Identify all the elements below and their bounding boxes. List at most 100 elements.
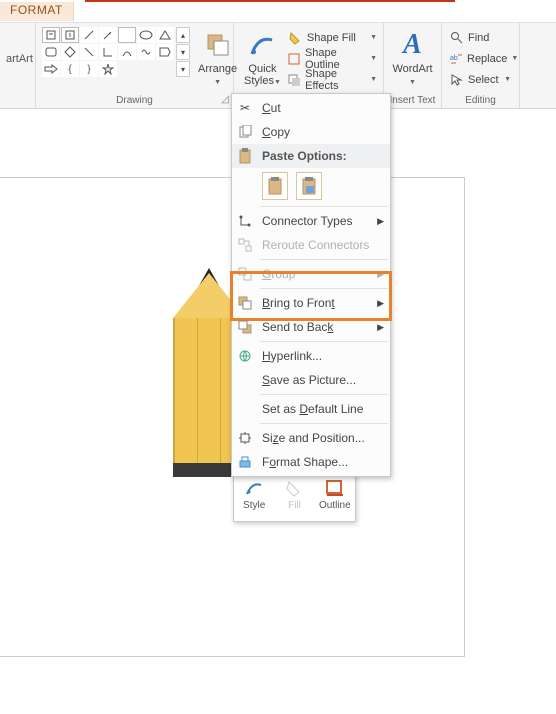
context-menu: ✂ Cut Copy Paste Options: Connector Type… bbox=[231, 93, 391, 477]
shape-fill-button[interactable]: Shape Fill ▼ bbox=[287, 27, 377, 48]
mini-fill-icon bbox=[283, 478, 305, 498]
find-button[interactable]: Find bbox=[448, 27, 513, 48]
chevron-down-icon: ▼ bbox=[504, 76, 511, 83]
shape-outline-button[interactable]: Shape Outline ▼ bbox=[287, 48, 377, 69]
shape-diamond-icon[interactable] bbox=[61, 44, 79, 60]
shape-line2-icon[interactable] bbox=[80, 44, 98, 60]
arrange-label: Arrange bbox=[198, 63, 237, 75]
ctx-connector-types[interactable]: Connector Types ▶ bbox=[232, 209, 390, 233]
mini-fill-label: Fill bbox=[288, 500, 301, 511]
ctx-hyperlink-label: Hyperlink... bbox=[262, 349, 322, 363]
find-icon bbox=[450, 31, 464, 45]
blank-icon bbox=[236, 400, 254, 418]
shape-effects-icon bbox=[287, 72, 301, 88]
tab-underline bbox=[85, 0, 455, 2]
shape-effects-label: Shape Effects bbox=[305, 68, 366, 92]
ctx-size-position[interactable]: Size and Position... bbox=[232, 426, 390, 450]
ctx-format-shape[interactable]: Format Shape... bbox=[232, 450, 390, 474]
wordart-label: WordArt bbox=[392, 63, 432, 75]
shape-oval-icon[interactable] bbox=[137, 27, 155, 43]
submenu-arrow-icon: ▶ bbox=[377, 269, 384, 280]
select-label: Select bbox=[468, 74, 499, 86]
smartart-label: artArt bbox=[6, 53, 29, 65]
connector-icon bbox=[236, 212, 254, 230]
gallery-more-icon[interactable]: ▾ bbox=[176, 61, 190, 77]
ctx-paste-options-label: Paste Options: bbox=[262, 149, 347, 163]
ctx-save-as-picture[interactable]: Save as Picture... bbox=[232, 368, 390, 392]
dialog-launcher-icon[interactable]: ◿ bbox=[219, 94, 231, 106]
shape-effects-button[interactable]: Shape Effects ▼ bbox=[287, 69, 377, 90]
shape-r3[interactable] bbox=[156, 44, 174, 60]
shape-outline-icon bbox=[287, 51, 301, 67]
wordart-button[interactable]: A WordArt ▼ bbox=[388, 27, 436, 91]
shape-curve-icon[interactable] bbox=[118, 44, 136, 60]
shape-rarrow-icon[interactable] bbox=[42, 61, 60, 77]
shape-line-icon[interactable] bbox=[80, 27, 98, 43]
ctx-paste-row bbox=[232, 168, 390, 204]
ctx-default-line[interactable]: Set as Default Line bbox=[232, 397, 390, 421]
shape-textbox-icon[interactable] bbox=[42, 27, 60, 43]
ctx-save-as-picture-label: Save as Picture... bbox=[262, 373, 356, 387]
tab-format[interactable]: FORMAT bbox=[0, 0, 74, 21]
shape-brace-l-icon[interactable]: { bbox=[61, 61, 79, 77]
gallery-up-icon[interactable]: ▴ bbox=[176, 27, 190, 43]
copy-icon bbox=[236, 123, 254, 141]
shape-elbow-icon[interactable] bbox=[99, 44, 117, 60]
ctx-paste-options: Paste Options: bbox=[232, 144, 390, 168]
shape-star-icon[interactable] bbox=[99, 61, 117, 77]
paste-keep-source-icon[interactable] bbox=[262, 172, 288, 200]
shape-fill-label: Shape Fill bbox=[307, 32, 356, 44]
size-position-icon bbox=[236, 429, 254, 447]
ctx-reroute: Reroute Connectors bbox=[232, 233, 390, 257]
paste-picture-icon[interactable] bbox=[296, 172, 322, 200]
quick-styles-label: Quick Styles▼ bbox=[244, 63, 281, 89]
send-back-icon bbox=[236, 318, 254, 336]
mini-outline-label: Outline bbox=[319, 500, 351, 511]
replace-icon: ab bbox=[450, 52, 463, 66]
shape-triangle-icon[interactable] bbox=[156, 27, 174, 43]
chevron-down-icon: ▼ bbox=[370, 34, 377, 41]
ctx-copy[interactable]: Copy bbox=[232, 120, 390, 144]
shape-arrow-icon[interactable] bbox=[99, 27, 117, 43]
drawing-group: { } ▴ ▾ ▾ Arrange ▼ Drawing ◿ bbox=[36, 23, 234, 108]
ribbon-tabs: FORMAT bbox=[0, 0, 556, 23]
wordart-group: A WordArt▼ Insert Text bbox=[384, 23, 442, 108]
quick-styles-icon bbox=[246, 29, 278, 61]
chevron-down-icon: ▼ bbox=[370, 76, 377, 83]
mini-style-label: Style bbox=[243, 500, 265, 511]
mini-style-icon bbox=[243, 478, 265, 498]
chevron-down-icon: ▼ bbox=[274, 79, 281, 86]
smartart-group-stub: artArt bbox=[0, 23, 36, 108]
format-shape-icon bbox=[236, 453, 254, 471]
ctx-cut[interactable]: ✂ Cut bbox=[232, 96, 390, 120]
chevron-down-icon: ▼ bbox=[409, 79, 416, 86]
find-label: Find bbox=[468, 32, 489, 44]
gallery-scroll[interactable]: ▴ ▾ ▾ bbox=[176, 27, 190, 91]
bring-front-icon bbox=[236, 294, 254, 312]
wordart-icon: A bbox=[397, 29, 429, 61]
ctx-connector-types-label: Connector Types bbox=[262, 214, 353, 228]
arrange-icon bbox=[202, 29, 234, 61]
shape-r2[interactable] bbox=[42, 44, 60, 60]
shape-vtext-icon[interactable] bbox=[61, 27, 79, 43]
shapes-gallery[interactable]: { } ▴ ▾ ▾ bbox=[42, 27, 190, 91]
quick-styles-button[interactable]: Quick Styles▼ bbox=[240, 27, 285, 91]
gallery-down-icon[interactable]: ▾ bbox=[176, 44, 190, 60]
drawing-group-label: Drawing bbox=[116, 95, 153, 106]
ctx-bring-to-front[interactable]: Bring to Front ▶ bbox=[232, 291, 390, 315]
ctx-reroute-label: Reroute Connectors bbox=[262, 238, 369, 252]
chevron-down-icon: ▼ bbox=[214, 79, 221, 86]
replace-label: Replace bbox=[467, 53, 507, 65]
shape-freeform-icon[interactable] bbox=[137, 44, 155, 60]
select-button[interactable]: Select ▼ bbox=[448, 69, 513, 90]
shape-rect-icon[interactable] bbox=[118, 27, 136, 43]
ctx-hyperlink[interactable]: Hyperlink... bbox=[232, 344, 390, 368]
hyperlink-icon bbox=[236, 347, 254, 365]
chevron-down-icon: ▼ bbox=[511, 55, 518, 62]
ctx-send-to-back[interactable]: Send to Back ▶ bbox=[232, 315, 390, 339]
shape-brace-r-icon[interactable]: } bbox=[80, 61, 98, 77]
replace-button[interactable]: ab Replace ▼ bbox=[448, 48, 513, 69]
submenu-arrow-icon: ▶ bbox=[377, 216, 384, 227]
ctx-group: Group ▶ bbox=[232, 262, 390, 286]
mini-outline-icon bbox=[324, 478, 346, 498]
